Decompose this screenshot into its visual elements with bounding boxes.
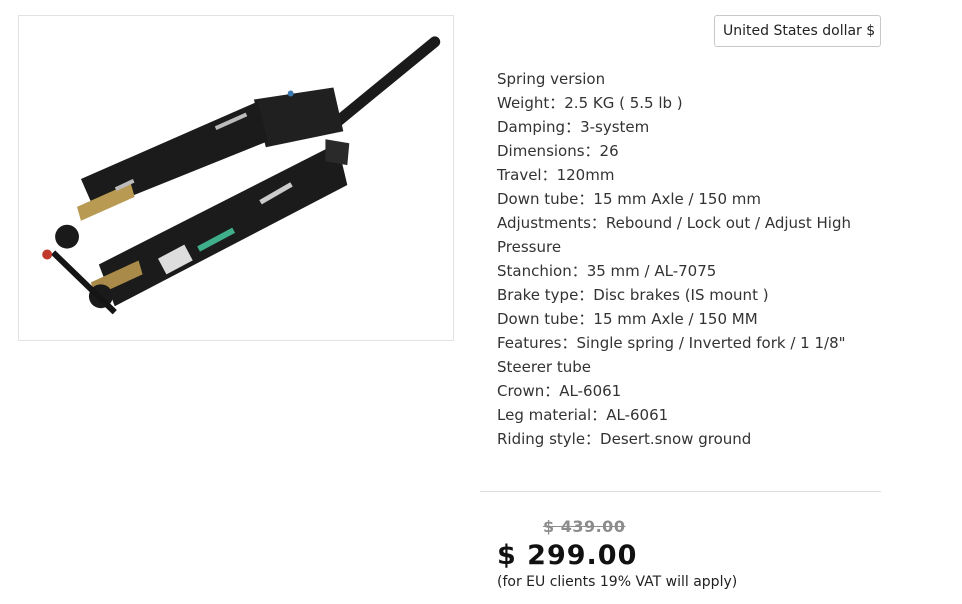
spec-line: Adjustments：Rebound / Lock out / Adjust … xyxy=(497,214,851,256)
spec-line: Down tube：15 mm Axle / 150 MM xyxy=(497,310,758,328)
spec-line: Down tube：15 mm Axle / 150 mm xyxy=(497,190,762,208)
current-price: $ 299.00 xyxy=(497,540,638,571)
spec-line: Damping：3-system xyxy=(497,118,650,136)
spec-line: Leg material：AL-6061 xyxy=(497,406,669,424)
vat-note: (for EU clients 19% VAT will apply) xyxy=(497,574,738,590)
old-price: $ 439.00 xyxy=(543,517,626,536)
spec-line: Stanchion：35 mm / AL-7075 xyxy=(497,262,717,280)
suspension-fork-image xyxy=(42,36,441,315)
spec-line: Riding style：Desert.snow ground xyxy=(497,430,752,448)
spec-line: Dimensions：26 xyxy=(497,142,619,160)
spec-line: Features：Single spring / Inverted fork /… xyxy=(497,334,846,376)
spec-line: Weight：2.5 KG ( 5.5 lb ) xyxy=(497,94,683,112)
spec-line: Travel：120mm xyxy=(497,166,615,184)
price-divider xyxy=(480,491,881,492)
currency-select[interactable]: United States dollar $ xyxy=(714,15,881,47)
spec-line: Crown：AL-6061 xyxy=(497,382,622,400)
product-specs: Spring version Weight：2.5 KG ( 5.5 lb ) … xyxy=(497,67,869,451)
product-image[interactable] xyxy=(18,15,454,341)
spec-line: Brake type：Disc brakes (IS mount ) xyxy=(497,286,769,304)
spec-line: Spring version xyxy=(497,70,606,88)
